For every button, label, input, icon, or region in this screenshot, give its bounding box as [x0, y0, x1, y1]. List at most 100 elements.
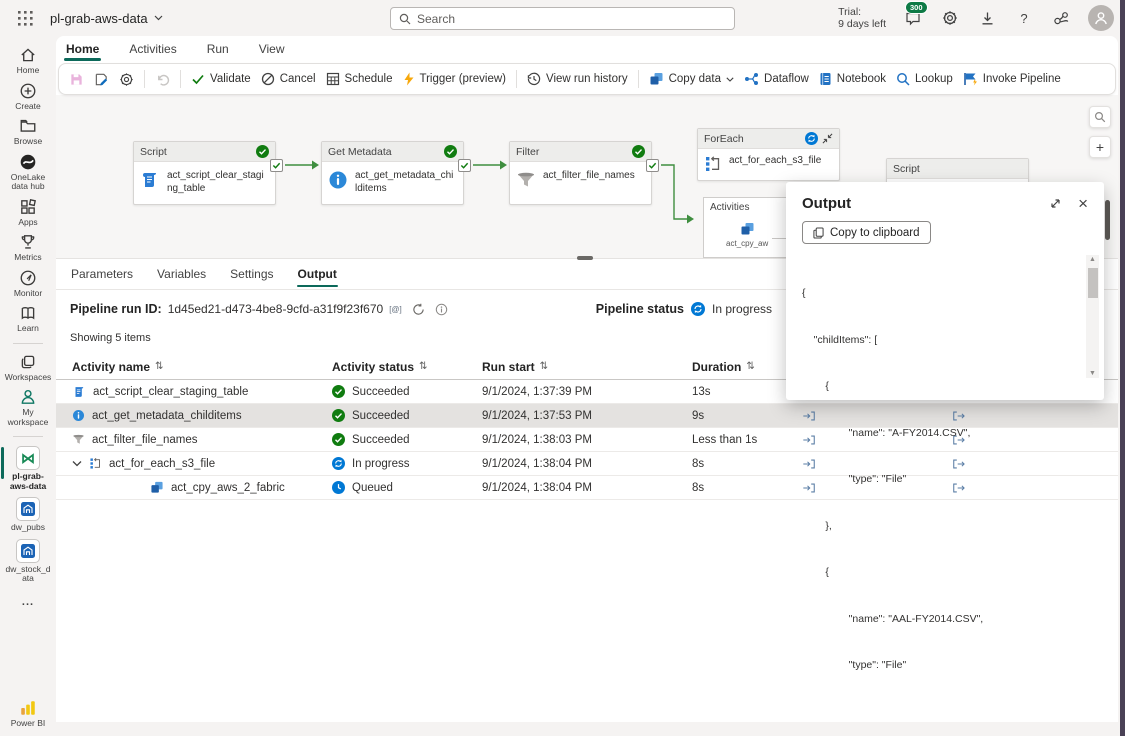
- output-scrollbar[interactable]: ▲ ▼: [1086, 255, 1099, 378]
- output-port-checkbox[interactable]: [270, 159, 283, 172]
- panel-resize-handle[interactable]: [577, 256, 593, 260]
- sidebar-item-monitor[interactable]: Monitor: [0, 269, 56, 299]
- get-metadata-activity-icon: [72, 409, 85, 422]
- column-header-duration[interactable]: Duration⇅: [676, 360, 800, 374]
- share-icon[interactable]: [1051, 8, 1071, 28]
- sidebar-item-dw-pubs[interactable]: dw_pubs: [0, 497, 56, 533]
- activity-card-get-metadata[interactable]: Get Metadata act_get_metadata_childitems: [321, 141, 464, 205]
- trigger-button[interactable]: Trigger (preview): [403, 72, 506, 86]
- sidebar-item-pl-grab-aws-data[interactable]: ⋈ pl-grab-aws-data: [0, 446, 56, 491]
- dataflow-button[interactable]: Dataflow: [744, 72, 809, 86]
- undo-button[interactable]: [155, 72, 170, 87]
- get-metadata-activity-icon: [328, 170, 348, 190]
- collapse-icon[interactable]: [822, 133, 833, 144]
- output-port-checkbox[interactable]: [458, 159, 471, 172]
- success-icon: [332, 385, 345, 398]
- cancel-icon: [261, 72, 275, 86]
- activity-card-filter[interactable]: Filter act_filter_file_names: [509, 141, 652, 205]
- tab-parameters[interactable]: Parameters: [70, 261, 134, 287]
- pipeline-settings-button[interactable]: [119, 72, 134, 87]
- sidebar-more-icon[interactable]: ...: [22, 596, 34, 608]
- topbar-actions: Trial: 9 days left 300 ?: [838, 0, 1114, 36]
- sidebar-item-browse[interactable]: Browse: [0, 117, 56, 147]
- sidebar-item-learn[interactable]: Learn: [0, 304, 56, 334]
- sidebar-item-onelake-data-hub[interactable]: OneLake data hub: [0, 153, 56, 192]
- invoke-pipeline-button[interactable]: Invoke Pipeline: [963, 72, 1061, 86]
- collapse-row-chevron-icon[interactable]: [72, 460, 82, 467]
- view-run-history-button[interactable]: View run history: [527, 72, 628, 86]
- copy-activity-icon: [150, 481, 164, 494]
- search-input[interactable]: [417, 12, 726, 26]
- foreach-child-activity[interactable]: act_cpy_aw: [726, 222, 768, 248]
- sort-icon: ⇅: [746, 361, 754, 372]
- tab-output[interactable]: Output: [297, 261, 338, 287]
- save-button[interactable]: [69, 72, 84, 87]
- tab-settings[interactable]: Settings: [229, 261, 274, 287]
- success-badge-icon: [256, 145, 269, 158]
- pipeline-status: Pipeline status In progress: [596, 302, 772, 316]
- sidebar-item-metrics[interactable]: Metrics: [0, 233, 56, 263]
- sidebar-divider: [13, 343, 43, 344]
- sidebar-divider: [13, 436, 43, 437]
- column-header-run-start[interactable]: Run start⇅: [466, 360, 676, 374]
- tab-activities[interactable]: Activities: [127, 38, 178, 60]
- run-id-reference-icon[interactable]: [@]: [389, 305, 402, 314]
- canvas-scrollbar-thumb[interactable]: [1105, 200, 1110, 240]
- copy-to-clipboard-button[interactable]: Copy to clipboard: [802, 221, 931, 244]
- column-header-activity-name[interactable]: Activity name⇅: [56, 360, 316, 374]
- cancel-button[interactable]: Cancel: [261, 72, 316, 86]
- help-icon[interactable]: ?: [1014, 8, 1034, 28]
- save-as-button[interactable]: [94, 72, 109, 87]
- copy-data-button[interactable]: Copy data: [649, 72, 734, 86]
- column-header-activity-status[interactable]: Activity status⇅: [316, 360, 466, 374]
- sidebar-item-apps[interactable]: Apps: [0, 198, 56, 228]
- home-icon: [19, 46, 37, 64]
- sidebar-item-workspaces[interactable]: Workspaces: [0, 353, 56, 383]
- folder-icon: [19, 117, 37, 135]
- activity-card-foreach[interactable]: ForEach act_for_each_s3_file: [697, 128, 840, 181]
- search-icon: [399, 13, 411, 25]
- tab-run[interactable]: Run: [205, 38, 231, 60]
- pipeline-title-menu[interactable]: pl-grab-aws-data: [50, 11, 163, 26]
- schedule-button[interactable]: Schedule: [326, 72, 393, 86]
- scroll-down-icon[interactable]: ▼: [1089, 370, 1096, 377]
- lightning-icon: [403, 72, 415, 86]
- editor-surface: Home Activities Run View Validate Cancel: [56, 36, 1118, 722]
- sidebar-item-my-workspace[interactable]: My workspace: [0, 388, 56, 427]
- app-launcher-icon[interactable]: [8, 0, 42, 36]
- feedback-icon[interactable]: 300: [903, 8, 923, 28]
- toolbar-divider: [180, 70, 181, 88]
- expand-icon[interactable]: [1049, 197, 1062, 210]
- output-port-checkbox[interactable]: [646, 159, 659, 172]
- validate-button[interactable]: Validate: [191, 72, 251, 86]
- close-icon[interactable]: ×: [1078, 197, 1088, 210]
- tab-home[interactable]: Home: [64, 38, 101, 60]
- info-icon[interactable]: [435, 303, 448, 316]
- scrollbar-thumb[interactable]: [1088, 268, 1098, 298]
- sidebar-item-dw-stock-data[interactable]: dw_stock_data: [0, 539, 56, 584]
- sidebar-item-home[interactable]: Home: [0, 46, 56, 76]
- tab-variables[interactable]: Variables: [156, 261, 207, 287]
- sidebar-item-power-bi[interactable]: Power BI: [0, 699, 56, 729]
- settings-gear-icon[interactable]: [940, 8, 960, 28]
- trophy-icon: [19, 233, 37, 251]
- output-dialog-header: Output ×: [786, 182, 1104, 212]
- gauge-icon: [19, 269, 37, 287]
- tab-view[interactable]: View: [257, 38, 287, 60]
- download-icon[interactable]: [977, 8, 997, 28]
- success-icon: [332, 409, 345, 422]
- sidebar-item-create[interactable]: Create: [0, 82, 56, 112]
- account-avatar[interactable]: [1088, 5, 1114, 31]
- lookup-button[interactable]: Lookup: [896, 72, 953, 86]
- zoom-in-button[interactable]: +: [1089, 136, 1111, 158]
- toolbar-divider: [516, 70, 517, 88]
- run-id-value: 1d45ed21-d473-4be8-9cfd-a31f9f23f670: [168, 302, 384, 316]
- scroll-up-icon[interactable]: ▲: [1089, 256, 1096, 263]
- lookup-icon: [896, 72, 910, 86]
- activity-card-script[interactable]: Script act_script_clear_staging_table: [133, 141, 276, 205]
- history-clock-icon: [527, 72, 541, 86]
- canvas-search-zoom-button[interactable]: [1089, 106, 1111, 128]
- notebook-button[interactable]: Notebook: [819, 72, 886, 86]
- refresh-icon[interactable]: [412, 303, 425, 316]
- ribbon-tab-row: Home Activities Run View: [56, 36, 1118, 62]
